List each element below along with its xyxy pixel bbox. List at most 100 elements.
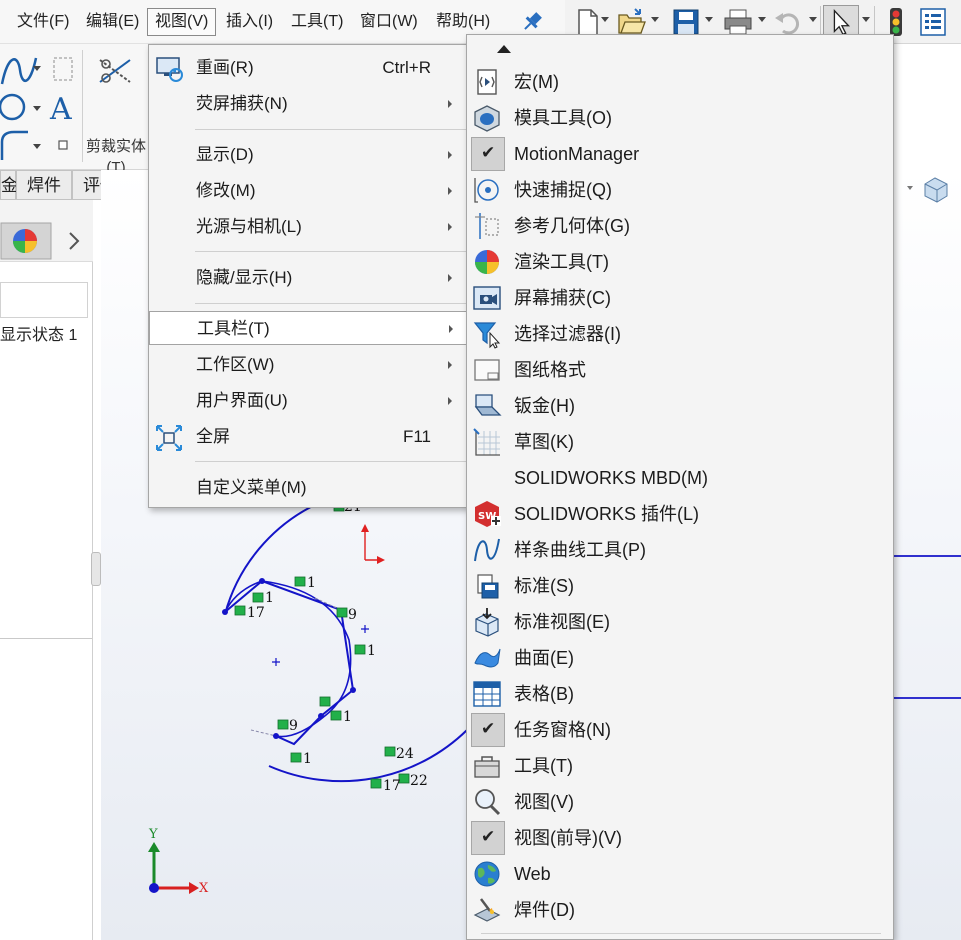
toolbar-item-task-pane[interactable]: 任务窗格(N) [467,712,893,748]
undo-dropdown-arrow[interactable] [809,17,817,22]
menu-item-modify[interactable]: 修改(M) [149,174,469,208]
pane-divider [0,638,92,639]
menu-edit[interactable]: 编辑(E) [79,8,146,36]
print-dropdown-arrow[interactable] [758,17,766,22]
fillet-dropdown-arrow[interactable] [33,144,41,149]
toolbar-item-sheet-format[interactable]: 图纸格式 [467,352,893,388]
toolbar-item-standard-views[interactable]: 标准视图(E) [467,604,893,640]
toolbar-item-sheet-metal[interactable]: 钣金(H) [467,388,893,424]
plane-icon[interactable] [48,54,78,84]
toolbars-submenu: 宏(M) 模具工具(O) MotionManager 快速捕捉(Q) 参考几何体… [466,34,894,940]
command-separator [82,50,83,162]
submenu-arrow-icon [448,397,452,405]
toolbar-item-label: 宏(M) [514,72,559,92]
menu-insert[interactable]: 插入(I) [219,8,280,36]
checked-checkbox-icon [471,713,505,747]
menu-item-hide-show[interactable]: 隐藏/显示(H) [149,261,469,295]
toolbar-item-table[interactable]: 表格(B) [467,676,893,712]
pin-icon[interactable] [519,10,545,34]
relation-label: 1 [343,709,352,725]
menu-item-customize-menu[interactable]: 自定义菜单(M) [149,471,469,505]
menu-item-toolbars[interactable]: 工具栏(T) [149,311,469,345]
toolbar-item-quick-snaps[interactable]: 快速捕捉(Q) [467,172,893,208]
toolbar-item-macro[interactable]: 宏(M) [467,64,893,100]
toolbar-item-mold-tools[interactable]: 模具工具(O) [467,100,893,136]
menu-item-label: 工具栏(T) [197,319,270,338]
relation-label: 1 [367,643,376,659]
pane-splitter-handle[interactable] [91,552,101,586]
display-manager-tab-icon[interactable] [0,222,52,260]
point-icon[interactable] [58,140,68,150]
relation-label: 1 [265,590,274,606]
toolbar-item-surfaces[interactable]: 曲面(E) [467,640,893,676]
toolbar-item-spline-tools[interactable]: 样条曲线工具(P) [467,532,893,568]
menu-window[interactable]: 窗口(W) [353,8,425,36]
toolbar-item-view[interactable]: 视图(V) [467,784,893,820]
toolbar-item-label: 视图(前导)(V) [514,828,622,848]
pane-filter-box[interactable] [0,282,88,318]
menu-item-label: 重画(R) [196,58,254,77]
display-state-text[interactable]: 显示状态 1 [0,324,77,348]
toolbar-item-web[interactable]: Web [467,856,893,892]
toolbar-item-solidworks-mbd[interactable]: SOLIDWORKS MBD(M) [467,460,893,496]
relation-label: 17 [383,778,401,794]
toolbar-item-render-tools[interactable]: 渲染工具(T) [467,244,893,280]
render-tools-icon [475,250,499,274]
toolbar-item-label: 工具(T) [514,756,573,776]
menu-item-screen-capture[interactable]: 荧屏捕获(N) [149,87,469,121]
select-dropdown-arrow[interactable] [862,17,870,22]
toolbar-item-label: 钣金(H) [514,396,575,416]
scroll-up-arrow-icon[interactable] [497,45,511,53]
toolbar-item-reference-geometry[interactable]: 参考几何体(G) [467,208,893,244]
trim-entities-icon[interactable] [96,52,134,90]
tab-sheet-metal[interactable]: 金 [0,170,18,200]
toolbar-item-label: 快速捕捉(Q) [514,180,612,200]
menu-item-redraw[interactable]: 重画(R) Ctrl+R [149,51,469,85]
menu-item-full-screen[interactable]: 全屏 F11 [149,420,469,454]
toolbar-item-selection-filter[interactable]: 选择过滤器(I) [467,316,893,352]
surfaces-icon [474,648,501,668]
toolbar-item-solidworks-addins[interactable]: SW SOLIDWORKS 插件(L) [467,496,893,532]
ellipse-icon[interactable] [0,90,34,124]
menu-tools[interactable]: 工具(T) [284,8,350,36]
screen-capture-icon [473,286,501,310]
save-dropdown-arrow[interactable] [705,17,713,22]
text-icon[interactable]: A [46,90,80,124]
toolbar-item-screen-capture[interactable]: 屏幕捕获(C) [467,280,893,316]
menu-help[interactable]: 帮助(H) [429,8,497,36]
toolbar-item-label: 选择过滤器(I) [514,324,621,344]
toolbar-item-view-heads-up[interactable]: 视图(前导)(V) [467,820,893,856]
toolbar-item-tools[interactable]: 工具(T) [467,748,893,784]
menu-file[interactable]: 文件(F) [10,8,76,36]
checked-checkbox-icon [471,137,505,171]
menu-item-lights-cameras[interactable]: 光源与相机(L) [149,210,469,244]
toolbar-item-sketch[interactable]: 草图(K) [467,424,893,460]
new-dropdown-arrow[interactable] [601,17,609,22]
standard-icon [477,574,499,599]
web-icon [474,861,500,887]
menu-item-workspace[interactable]: 工作区(W) [149,348,469,382]
toolbar-item-label: 图纸格式 [514,360,586,380]
menu-item-label: 全屏 [196,427,230,446]
menu-item-display[interactable]: 显示(D) [149,138,469,172]
toolbar-item-weldments[interactable]: 焊件(D) [467,892,893,928]
spline-dropdown-arrow[interactable] [33,66,41,71]
toolbar-item-standard[interactable]: 标准(S) [467,568,893,604]
submenu-arrow-icon [448,274,452,282]
options-list-icon[interactable] [915,5,951,39]
menu-item-user-interface[interactable]: 用户界面(U) [149,384,469,418]
fillet-icon[interactable] [0,128,32,162]
menu-item-shortcut: F11 [402,427,431,446]
open-dropdown-arrow[interactable] [651,17,659,22]
menu-separator [195,129,467,130]
toolbar-item-label: MotionManager [514,144,640,164]
toolbar-item-motionmanager[interactable]: MotionManager [467,136,893,172]
menu-item-label: 隐藏/显示(H) [196,268,293,287]
chevron-right-icon[interactable] [64,230,84,252]
menu-view[interactable]: 视图(V) [147,8,217,36]
ellipse-dropdown-arrow[interactable] [33,106,41,111]
relation-label: 17 [247,605,265,621]
menu-item-shortcut: Ctrl+R [382,58,431,77]
tab-weldments[interactable]: 焊件 [16,170,72,200]
menu-item-label: 自定义菜单(M) [196,478,307,497]
